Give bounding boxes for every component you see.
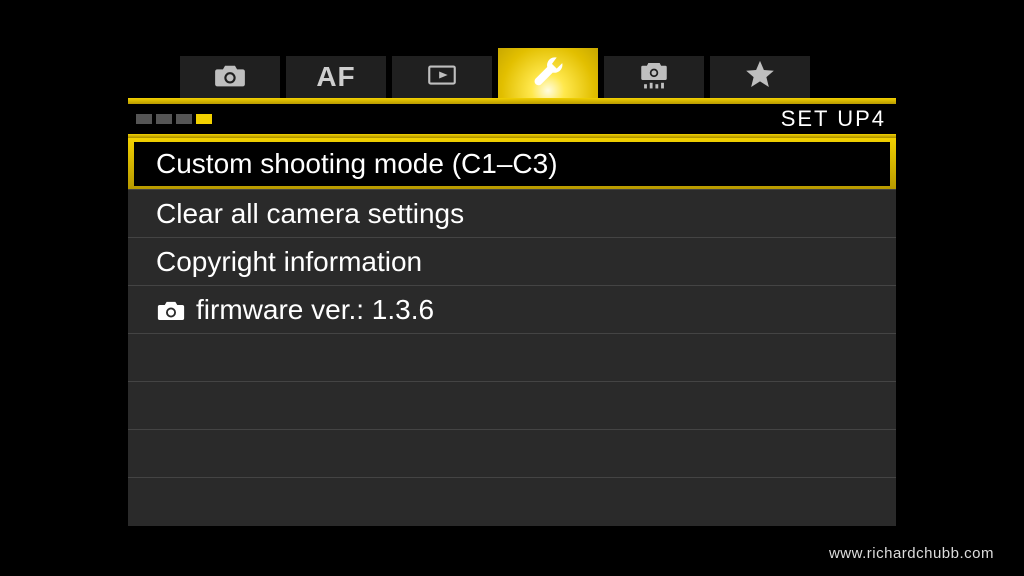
tab-af[interactable]: AF — [286, 56, 386, 98]
page-dot-2 — [156, 114, 172, 124]
page-indicator[interactable] — [136, 114, 212, 124]
tab-playback[interactable] — [392, 56, 492, 98]
menu-item-empty — [128, 382, 896, 430]
menu-item-label: Copyright information — [156, 246, 422, 278]
menu-item-empty — [128, 334, 896, 382]
page-dot-3 — [176, 114, 192, 124]
tab-shoot[interactable] — [180, 56, 280, 98]
menu-item-label: Custom shooting mode (C1–C3) — [156, 148, 558, 180]
tab-setup[interactable] — [498, 48, 598, 98]
tab-custom[interactable] — [604, 56, 704, 98]
menu-item-label: firmware ver.: 1.3.6 — [196, 294, 434, 326]
tab-mymenu[interactable] — [710, 56, 810, 98]
af-label: AF — [316, 61, 355, 93]
menu-item-firmware[interactable]: firmware ver.: 1.3.6 — [128, 286, 896, 334]
menu-list: Custom shooting mode (C1–C3) Clear all c… — [128, 138, 896, 526]
play-icon — [425, 58, 459, 97]
star-icon — [743, 58, 777, 97]
camera-icon — [213, 58, 247, 97]
menu-item-empty — [128, 430, 896, 478]
menu-item-custom-shooting-mode[interactable]: Custom shooting mode (C1–C3) — [128, 138, 896, 190]
menu-item-clear-all-settings[interactable]: Clear all camera settings — [128, 190, 896, 238]
menu-item-copyright-info[interactable]: Copyright information — [128, 238, 896, 286]
page-dot-4 — [196, 114, 212, 124]
subheader: SET UP4 — [128, 104, 896, 134]
camera-menu-screen: AF SET — [128, 48, 896, 528]
wrench-icon — [529, 52, 567, 95]
menu-item-label: Clear all camera settings — [156, 198, 464, 230]
camera-dots-icon — [637, 58, 671, 97]
top-tabs: AF — [128, 48, 896, 98]
menu-item-empty — [128, 478, 896, 526]
page-dot-1 — [136, 114, 152, 124]
watermark: www.richardchubb.com — [829, 545, 994, 562]
camera-icon — [156, 298, 186, 322]
section-label: SET UP4 — [781, 106, 886, 132]
